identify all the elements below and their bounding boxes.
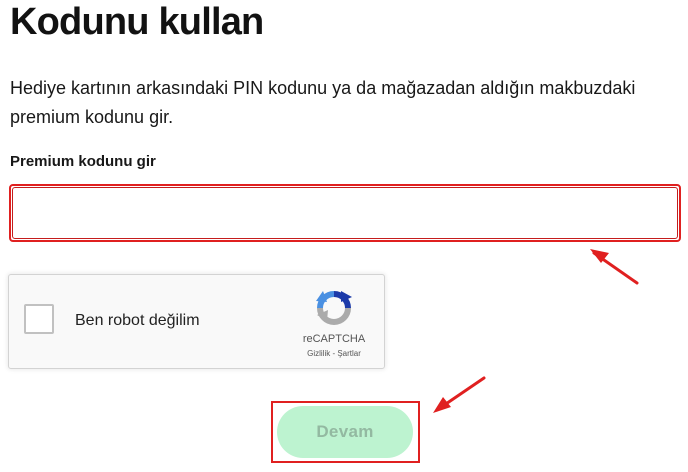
page-description: Hediye kartının arkasındaki PIN kodunu y… (10, 78, 636, 127)
page-title: Kodunu kullan (10, 1, 264, 43)
recaptcha-label: Ben robot değilim (75, 312, 200, 329)
recaptcha-links: Gizlilik - Şartlar (279, 349, 389, 359)
input-arrow-shaft (592, 251, 639, 285)
button-arrow-shaft (435, 376, 486, 412)
button-arrow-head (433, 397, 451, 413)
recaptcha-privacy-link[interactable]: Gizlilik (307, 349, 330, 358)
code-field-label: Premium kodunu gir (10, 153, 156, 170)
premium-code-input[interactable] (12, 187, 678, 239)
recaptcha-widget: Ben robot değilim reCAPTCHA Gizlilik - Ş… (8, 274, 385, 369)
continue-button[interactable]: Devam (277, 406, 413, 458)
recaptcha-terms-link[interactable]: Şartlar (337, 349, 361, 358)
code-input-highlight (9, 184, 681, 242)
recaptcha-brand: reCAPTCHA (302, 333, 366, 345)
continue-button-highlight: Devam (271, 401, 420, 463)
recaptcha-checkbox[interactable] (24, 304, 54, 334)
recaptcha-logo-icon (316, 291, 352, 325)
input-arrow-head (590, 249, 609, 263)
